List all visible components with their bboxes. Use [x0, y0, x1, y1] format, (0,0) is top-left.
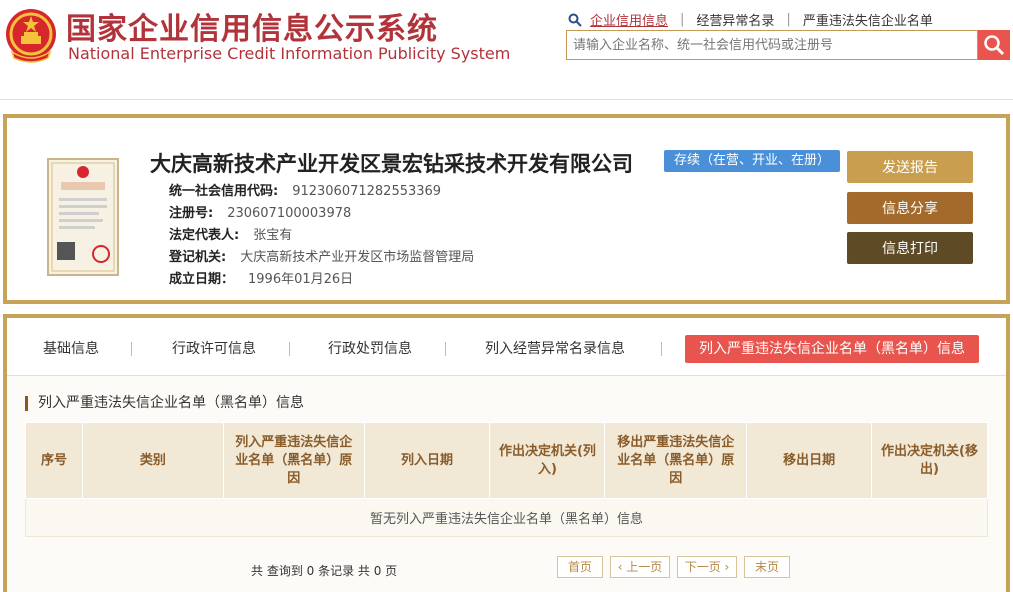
field-value: 张宝有	[253, 228, 293, 243]
status-badge: 存续（在营、开业、在册）	[664, 150, 841, 172]
field-value: 1996年01月26日	[248, 272, 354, 287]
national-emblem-icon	[6, 9, 56, 63]
info-row-founded: 成立日期： 1996年01月26日	[169, 268, 353, 287]
prev-page-button[interactable]: ‹ 上一页	[610, 556, 670, 578]
col-header-list-reason: 列入严重违法失信企业名单（黑名单）原因	[222, 422, 365, 499]
col-header-remove-reason: 移出严重违法失信企业名单（黑名单）原因	[604, 422, 748, 499]
col-header-category: 类别	[81, 422, 224, 499]
field-value: 大庆高新技术产业开发区市场监督管理局	[240, 250, 475, 265]
send-report-button[interactable]: 发送报告	[847, 151, 973, 183]
print-info-button[interactable]: 信息打印	[847, 232, 973, 264]
field-value: 912306071282553369	[292, 184, 442, 199]
tab-basic-info[interactable]: 基础信息	[43, 335, 99, 363]
nav-link-abnormal-list[interactable]: 经营异常名录	[696, 10, 774, 29]
col-header-list-date: 列入日期	[363, 422, 491, 499]
col-header-remove-date: 移出日期	[746, 422, 873, 499]
col-header-list-authority: 作出决定机关(列入)	[489, 422, 606, 499]
info-row-legal-rep: 法定代表人: 张宝有	[169, 224, 292, 243]
field-label: 成立日期：	[169, 272, 235, 287]
field-label: 登记机关:	[169, 250, 227, 265]
company-name: 大庆高新技术产业开发区景宏钻采技术开发有限公司	[150, 152, 633, 176]
pager-summary: 共 查询到 0 条记录 共 0 页	[251, 564, 398, 578]
field-label: 注册号:	[169, 206, 214, 221]
search-icon	[984, 35, 1005, 56]
nav-separator: |	[680, 12, 685, 27]
tab-bar: 基础信息 行政许可信息 行政处罚信息 列入经营异常名录信息 列入严重违法失信企业…	[7, 318, 1006, 376]
search-input[interactable]	[567, 31, 977, 59]
empty-message: 暂无列入严重违法失信企业名单（黑名单）信息	[25, 498, 988, 537]
col-header-index: 序号	[25, 422, 83, 499]
tab-admin-penalty[interactable]: 行政处罚信息	[328, 335, 412, 363]
tab-separator	[289, 342, 290, 356]
field-label: 统一社会信用代码:	[169, 184, 279, 199]
tab-abnormal-list[interactable]: 列入经营异常名录信息	[485, 335, 625, 363]
tabs-panel: 基础信息 行政许可信息 行政处罚信息 列入经营异常名录信息 列入严重违法失信企业…	[3, 314, 1010, 592]
col-header-remove-authority: 作出决定机关(移出)	[871, 422, 988, 499]
header: 国家企业信用信息公示系统 National Enterprise Credit …	[0, 0, 1013, 100]
section-title: 列入严重违法失信企业名单（黑名单）信息	[25, 396, 304, 411]
nav-link-blacklist[interactable]: 严重违法失信企业名单	[803, 10, 933, 29]
tab-separator	[661, 342, 662, 356]
last-page-button[interactable]: 末页	[744, 556, 790, 578]
tab-blacklist[interactable]: 列入严重违法失信企业名单（黑名单）信息	[685, 335, 979, 363]
site-title: 国家企业信用信息公示系统	[66, 12, 438, 47]
search-box	[566, 30, 978, 60]
tab-separator	[131, 342, 132, 356]
top-nav: 企业信用信息 | 经营异常名录 | 严重违法失信企业名单	[568, 10, 933, 29]
business-license-icon	[47, 158, 119, 276]
nav-link-credit-info[interactable]: 企业信用信息	[590, 10, 668, 29]
table-header-row: 序号 类别 列入严重违法失信企业名单（黑名单）原因 列入日期 作出决定机关(列入…	[25, 422, 988, 499]
info-row-authority: 登记机关: 大庆高新技术产业开发区市场监督管理局	[169, 246, 474, 265]
info-row-credit-code: 统一社会信用代码: 912306071282553369	[169, 180, 441, 199]
blacklist-table: 序号 类别 列入严重违法失信企业名单（黑名单）原因 列入日期 作出决定机关(列入…	[25, 422, 988, 537]
info-row-reg-no: 注册号: 230607100003978	[169, 202, 351, 221]
share-info-button[interactable]: 信息分享	[847, 192, 973, 224]
search-button[interactable]	[978, 30, 1010, 60]
tab-admin-license[interactable]: 行政许可信息	[172, 335, 256, 363]
next-page-button[interactable]: 下一页 ›	[677, 556, 737, 578]
site-title-en: National Enterprise Credit Information P…	[68, 44, 511, 63]
field-value: 230607100003978	[227, 206, 352, 221]
tab-separator	[445, 342, 446, 356]
nav-separator: |	[786, 12, 791, 27]
field-label: 法定代表人:	[169, 228, 240, 243]
table-row: 暂无列入严重违法失信企业名单（黑名单）信息	[25, 498, 988, 537]
search-icon	[568, 13, 582, 27]
company-card: 大庆高新技术产业开发区景宏钻采技术开发有限公司 存续（在营、开业、在册） 统一社…	[3, 114, 1010, 304]
first-page-button[interactable]: 首页	[557, 556, 603, 578]
